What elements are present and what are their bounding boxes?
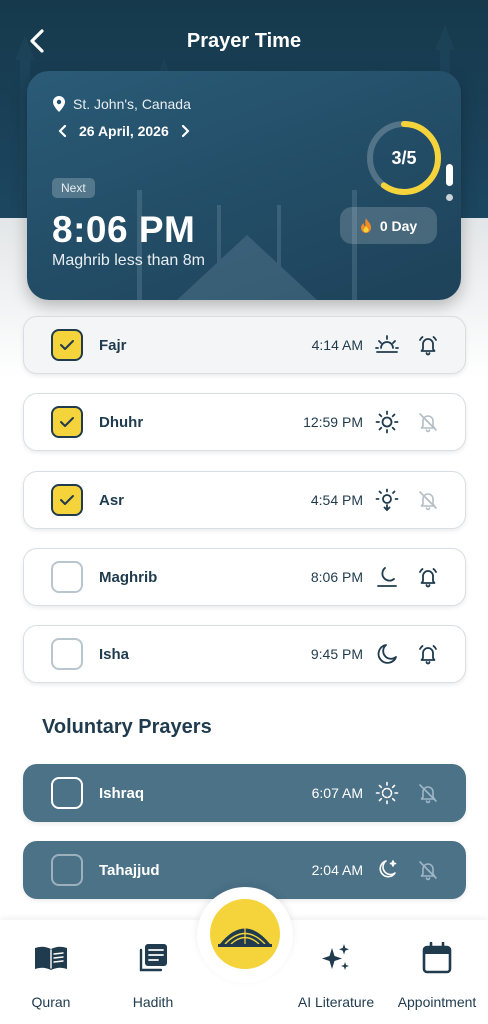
sunset-moon-icon [374, 564, 400, 590]
prayer-row-dhuhr[interactable]: Dhuhr 12:59 PM [23, 393, 466, 451]
mosque-dome-icon [218, 922, 272, 947]
prayer-checkbox[interactable] [51, 329, 83, 361]
nav-label: AI Literature [297, 994, 375, 1010]
nav-quran[interactable]: Quran [1, 940, 101, 1010]
carousel-dot-active [446, 164, 453, 186]
prayer-name: Dhuhr [99, 413, 144, 431]
calendar-icon [387, 940, 487, 976]
prayer-time: 2:04 AM [311, 862, 363, 878]
prayer-time: 8:06 PM [310, 569, 363, 585]
streak-label: 0 Day [379, 217, 418, 234]
location: St. John's, Canada [53, 96, 191, 112]
moon-star-icon [374, 857, 400, 883]
bell-on-icon[interactable] [416, 642, 440, 666]
next-prayer-card: St. John's, Canada 26 April, 2026 Next 8… [27, 71, 461, 300]
prayer-time: 12:59 PM [303, 414, 363, 430]
nav-label: Quran [31, 994, 71, 1010]
nav-appointment[interactable]: Appointment [387, 940, 487, 1010]
checkmark-icon [60, 417, 74, 427]
prayer-row-isha[interactable]: Isha 9:45 PM [23, 625, 466, 683]
prayer-progress-label: 3/5 [391, 147, 417, 168]
prayer-checkbox[interactable] [51, 406, 83, 438]
bell-off-icon[interactable] [416, 410, 440, 434]
location-label: St. John's, Canada [73, 96, 191, 112]
fire-icon [360, 218, 371, 233]
chevron-left-icon [58, 124, 67, 138]
sunrise-icon [374, 332, 400, 358]
previous-day-button[interactable] [57, 124, 67, 138]
next-day-button[interactable] [181, 124, 191, 138]
checkmark-icon [60, 495, 74, 505]
date-label: 26 April, 2026 [79, 123, 169, 139]
next-badge: Next [52, 178, 95, 198]
prayer-row-fajr[interactable]: Fajr 4:14 AM [23, 316, 466, 374]
prayer-row-ishraq[interactable]: Ishraq 6:07 AM [23, 764, 466, 822]
prayer-checkbox[interactable] [51, 854, 83, 886]
nav-ai-literature[interactable]: AI Literature [286, 940, 386, 1010]
prayer-row-maghrib[interactable]: Maghrib 8:06 PM [23, 548, 466, 606]
prayer-checkbox[interactable] [51, 484, 83, 516]
nav-hadith[interactable]: Hadith [103, 940, 203, 1010]
prayer-name: Tahajjud [99, 861, 160, 879]
next-prayer-time: 8:06 PM [52, 209, 196, 250]
prayer-checkbox[interactable] [51, 561, 83, 593]
prayer-name: Isha [99, 645, 130, 663]
prayer-checkbox[interactable] [51, 777, 83, 809]
nav-label: Hadith [132, 994, 174, 1010]
prayer-name: Fajr [99, 336, 127, 354]
page-title: Prayer Time [186, 30, 302, 52]
prayer-time: 9:45 PM [310, 646, 363, 662]
sun-icon [374, 409, 400, 435]
bell-off-icon[interactable] [416, 488, 440, 512]
prayer-name: Maghrib [99, 568, 158, 586]
book-open-icon [1, 940, 101, 976]
bell-off-icon[interactable] [416, 781, 440, 805]
nav-label: Appointment [397, 994, 477, 1010]
moon-icon [374, 641, 400, 667]
prayer-time: 6:07 AM [311, 785, 363, 801]
prayer-name: Asr [99, 491, 125, 509]
prayer-name: Ishraq [99, 784, 145, 802]
bell-on-icon[interactable] [416, 565, 440, 589]
prayer-checkbox[interactable] [51, 638, 83, 670]
prayer-home-button[interactable] [210, 899, 280, 969]
streak-badge[interactable]: 0 Day [340, 207, 437, 244]
prayer-time: 4:14 AM [311, 337, 363, 353]
sun-rays-icon [374, 780, 400, 806]
next-prayer-countdown: Maghrib less than 8m [52, 252, 205, 269]
checkmark-icon [60, 340, 74, 350]
date-selector: 26 April, 2026 [57, 123, 191, 139]
bell-off-icon[interactable] [416, 858, 440, 882]
document-stack-icon [103, 940, 203, 976]
sparkles-icon [286, 940, 386, 976]
prayer-row-asr[interactable]: Asr 4:54 PM [23, 471, 466, 529]
chevron-right-icon [181, 124, 189, 138]
carousel-indicator [446, 164, 454, 201]
carousel-dot [446, 194, 453, 201]
prayer-time: 4:54 PM [310, 492, 363, 508]
voluntary-prayers-heading: Voluntary Prayers [42, 716, 212, 738]
bell-on-icon[interactable] [416, 333, 440, 357]
sun-down-icon [374, 487, 400, 513]
location-pin-icon [53, 96, 65, 112]
